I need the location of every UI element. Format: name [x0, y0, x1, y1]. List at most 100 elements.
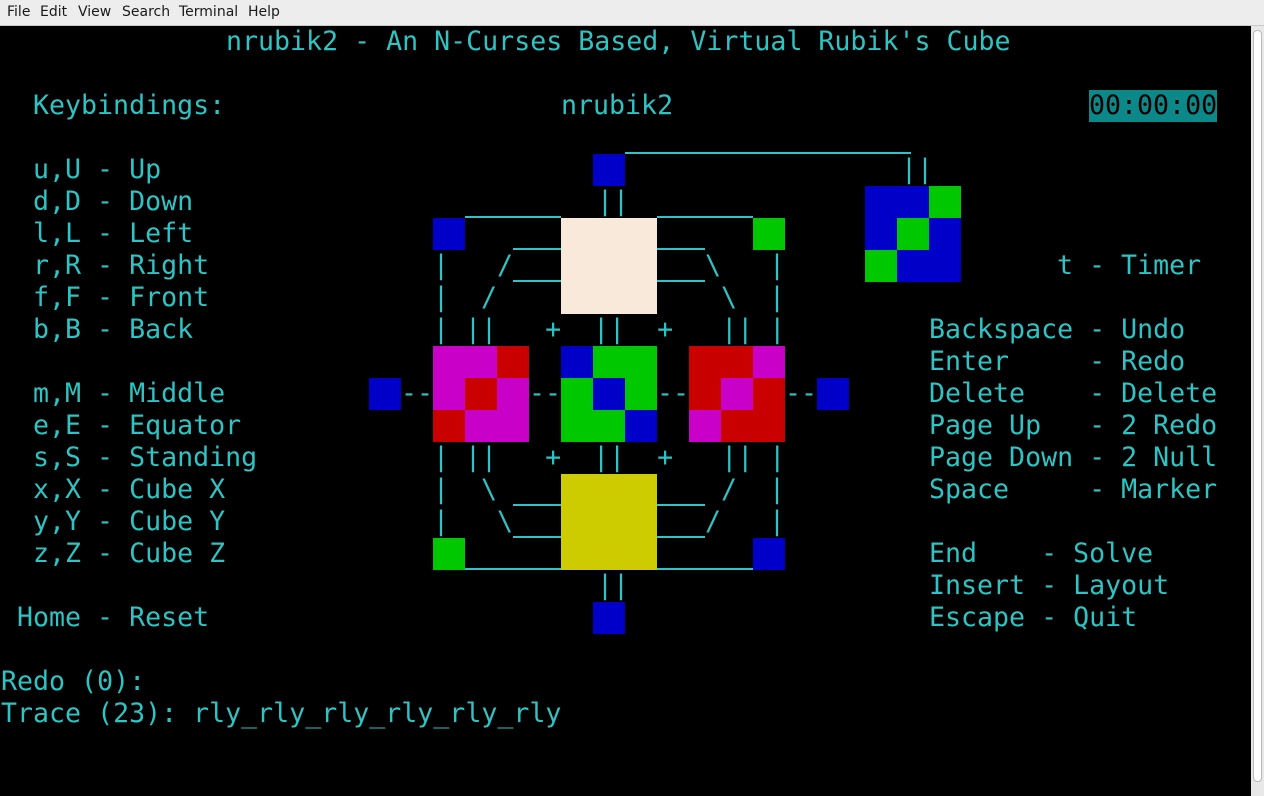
cube-facelet-magenta: [433, 346, 465, 378]
cube-ascii-glyph: ||: [901, 154, 934, 185]
cube-facelet-blue: [929, 250, 961, 282]
keybinding-cube-z: z,Z - Cube Z: [33, 538, 226, 569]
cube-facelet-green: [929, 186, 961, 218]
cube-connector-line: [465, 568, 561, 570]
keybindings-header: Keybindings:: [33, 90, 226, 121]
cube-facelet-blue: [369, 378, 401, 410]
cube-facelet-blue: [593, 378, 625, 410]
cube-connector-line: [657, 536, 705, 538]
cube-connector-line: [657, 568, 753, 570]
keybinding-reset: Home - Reset: [17, 602, 210, 633]
keybinding-left: l,L - Left: [33, 218, 194, 249]
cube-connector-line: [657, 248, 705, 250]
cube-facelet-red: [689, 378, 721, 410]
cube-facelet-white: [561, 218, 657, 314]
keybinding-undo: Backspace - Undo: [929, 314, 1186, 345]
timer-display: 00:00:00: [1089, 90, 1218, 122]
cube-connector-line: [513, 280, 561, 282]
cube-connector-line: [657, 280, 705, 282]
menu-terminal[interactable]: Terminal: [179, 4, 238, 20]
cube-facelet-red: [689, 346, 721, 378]
cube-facelet-blue: [625, 410, 657, 442]
redo-line: Redo (0):: [1, 666, 146, 697]
app-name-label: nrubik2: [561, 90, 674, 121]
cube-ascii-glyph: --: [529, 378, 562, 409]
menu-view[interactable]: View: [78, 4, 111, 20]
keybinding-cube-y: y,Y - Cube Y: [33, 506, 226, 537]
cube-facelet-magenta: [753, 346, 785, 378]
cube-ascii-glyph: | \: [433, 506, 514, 537]
cube-ascii-glyph: / |: [705, 506, 786, 537]
cube-ascii-glyph: | \: [433, 474, 498, 505]
cube-facelet-blue: [433, 218, 465, 250]
menu-edit[interactable]: Edit: [40, 4, 67, 20]
keybinding-solve: End - Solve: [929, 538, 1154, 569]
cube-facelet-blue: [929, 218, 961, 250]
page-title: nrubik2 - An N-Curses Based, Virtual Rub…: [226, 26, 1011, 57]
menu-search[interactable]: Search: [122, 4, 170, 20]
keybinding-page-down: Page Down - 2 Null: [929, 442, 1218, 473]
menu-help[interactable]: Help: [248, 4, 280, 20]
keybinding-standing: s,S - Standing: [33, 442, 258, 473]
keybinding-space: Space - Marker: [929, 474, 1218, 505]
cube-facelet-blue: [897, 186, 929, 218]
cube-facelet-magenta: [689, 410, 721, 442]
cube-connector-line: [513, 248, 561, 250]
cube-connector-line: [625, 152, 911, 154]
cube-ascii-glyph: --: [657, 378, 690, 409]
cube-facelet-red: [753, 378, 785, 410]
cube-ascii-glyph: | /: [433, 282, 498, 313]
cube-facelet-magenta: [497, 378, 529, 410]
cube-ascii-glyph: \ |: [705, 250, 786, 281]
cube-facelet-green: [753, 218, 785, 250]
cube-ascii-glyph: / |: [721, 474, 786, 505]
keybinding-timer: t - Timer: [1057, 250, 1202, 281]
cube-facelet-blue: [865, 218, 897, 250]
cube-facelet-blue: [865, 186, 897, 218]
cube-facelet-blue: [817, 378, 849, 410]
cube-facelet-green: [897, 218, 929, 250]
keybinding-layout: Insert - Layout: [929, 570, 1170, 601]
cube-ascii-glyph: --: [785, 378, 818, 409]
cube-facelet-green: [865, 250, 897, 282]
cube-facelet-green: [625, 346, 657, 378]
cube-facelet-green: [625, 378, 657, 410]
cube-ascii-glyph: | /: [433, 250, 514, 281]
keybinding-quit: Escape - Quit: [929, 602, 1138, 633]
cube-facelet-green: [561, 378, 593, 410]
keybinding-right: r,R - Right: [33, 250, 210, 281]
keybinding-middle: m,M - Middle: [33, 378, 226, 409]
trace-line: Trace (23): rly_rly_rly_rly_rly_rly: [1, 698, 562, 729]
cube-ascii-glyph: ||: [597, 186, 630, 217]
cube-facelet-red: [433, 410, 465, 442]
keybinding-down: d,D - Down: [33, 186, 194, 217]
cube-facelet-magenta: [433, 378, 465, 410]
keybinding-equator: e,E - Equator: [33, 410, 242, 441]
keybinding-up: u,U - Up: [33, 154, 162, 185]
cube-facelet-red: [465, 378, 497, 410]
menu-file[interactable]: File: [7, 4, 30, 20]
cube-facelet-blue: [593, 154, 625, 186]
cube-ascii-glyph: \ |: [721, 282, 786, 313]
cube-facelet-green: [561, 410, 593, 442]
cube-facelet-red: [497, 346, 529, 378]
keybinding-cube-x: x,X - Cube X: [33, 474, 226, 505]
cube-facelet-blue: [593, 602, 625, 634]
terminal-screen[interactable]: nrubik2 - An N-Curses Based, Virtual Rub…: [0, 26, 1251, 796]
scrollbar-thumb[interactable]: [1253, 30, 1262, 782]
cube-facelet-magenta: [465, 410, 497, 442]
cube-facelet-green: [433, 538, 465, 570]
keybinding-delete: Delete - Delete: [929, 378, 1218, 409]
cube-connector-line: [657, 216, 753, 218]
cube-facelet-blue: [897, 250, 929, 282]
cube-facelet-magenta: [465, 346, 497, 378]
cube-facelet-magenta: [721, 378, 753, 410]
cube-facelet-red: [721, 410, 753, 442]
cube-facelet-green: [593, 346, 625, 378]
keybinding-back: b,B - Back: [33, 314, 194, 345]
cube-facelet-magenta: [497, 410, 529, 442]
keybinding-front: f,F - Front: [33, 282, 210, 313]
cube-facelet-red: [721, 346, 753, 378]
menu-bar: File Edit View Search Terminal Help: [0, 0, 1264, 26]
cube-connector-line: [465, 216, 561, 218]
